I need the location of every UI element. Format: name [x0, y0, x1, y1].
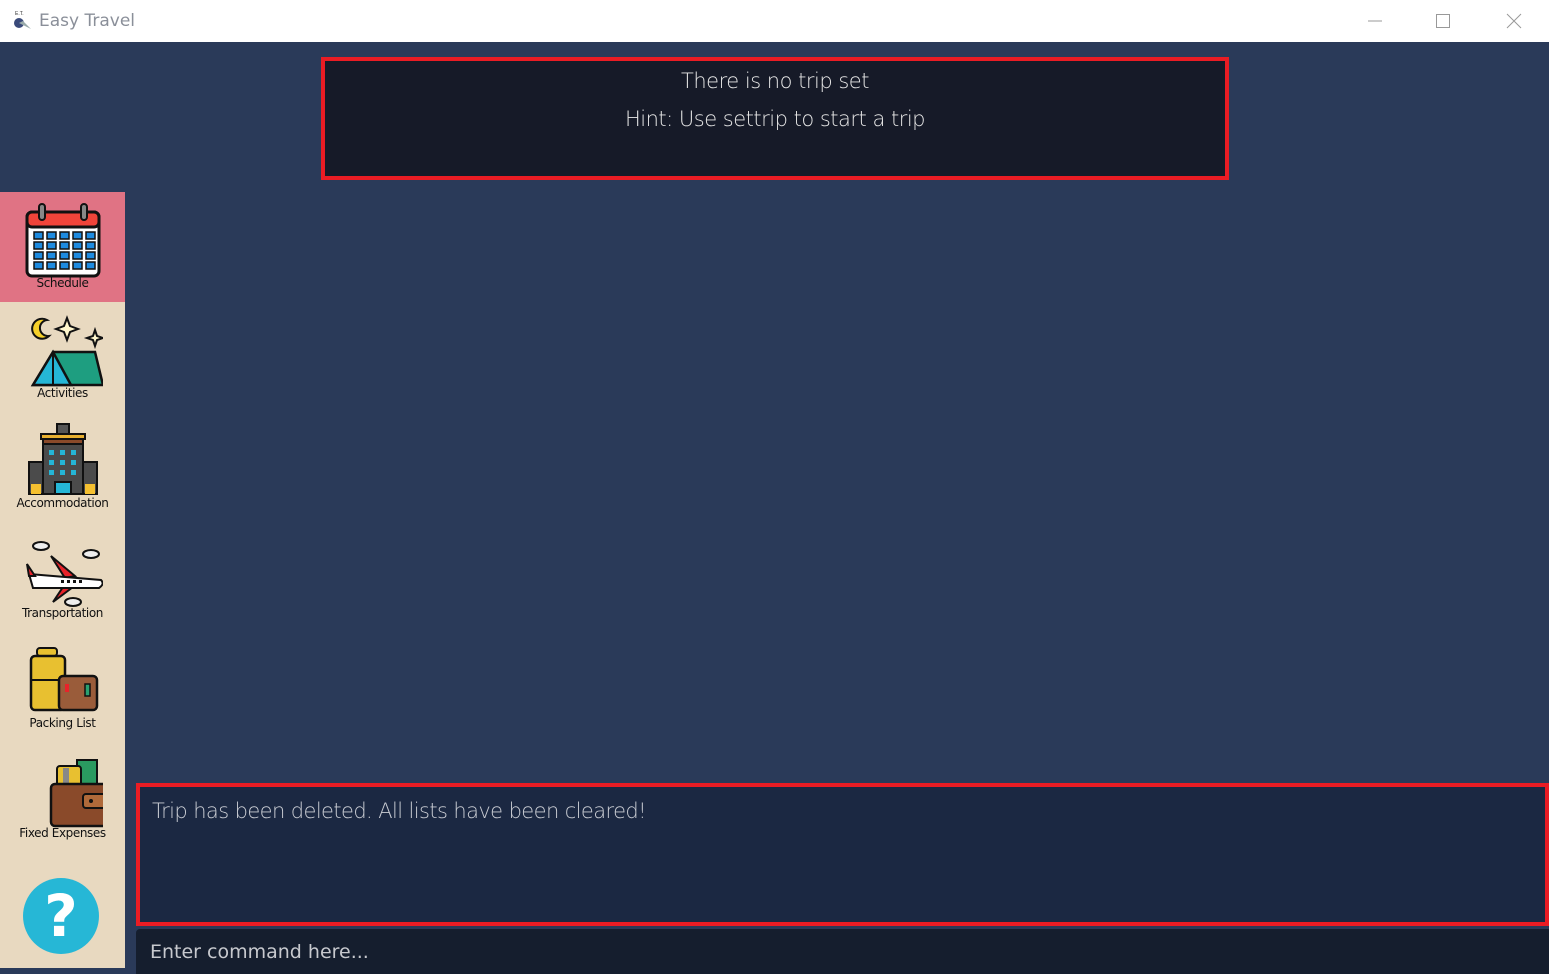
sidebar-item-label: Packing List — [29, 716, 96, 730]
sidebar-item-label: Accommodation — [16, 496, 109, 510]
trip-info-panel: There is no trip set Hint: Use settrip t… — [321, 57, 1229, 180]
sidebar-item-activities[interactable]: Activities — [0, 302, 125, 412]
help-button[interactable]: ? — [23, 878, 99, 954]
easy-travel-logo-icon: E.T. — [14, 11, 31, 29]
question-mark-icon: ? — [44, 882, 78, 950]
command-input[interactable] — [136, 929, 1549, 974]
luggage-icon — [29, 647, 98, 712]
sidebar-item-packing-list[interactable]: Packing List — [0, 632, 125, 742]
minimize-button[interactable] — [1340, 0, 1410, 42]
maximize-button[interactable] — [1408, 0, 1478, 42]
window-title: Easy Travel — [39, 11, 136, 31]
sidebar-item-label: Transportation — [21, 606, 104, 620]
sidebar-item-fixed-expenses[interactable]: Fixed Expenses — [0, 742, 125, 852]
result-display: Trip has been deleted. All lists have be… — [136, 783, 1549, 926]
calendar-icon — [25, 203, 100, 278]
sidebar-item-accommodation[interactable]: Accommodation — [0, 412, 125, 522]
sidebar: Schedule Activities Accommodation Transp… — [0, 192, 125, 968]
wallet-icon — [49, 759, 103, 828]
svg-text:E.T.: E.T. — [15, 11, 24, 17]
tent-night-icon — [30, 315, 103, 387]
sidebar-item-schedule[interactable]: Schedule — [0, 192, 125, 302]
airplane-icon — [25, 541, 103, 607]
title-bar: E.T. Easy Travel — [0, 0, 1549, 42]
result-message: Trip has been deleted. All lists have be… — [152, 799, 647, 823]
trip-hint: Hint: Use settrip to start a trip — [624, 107, 926, 131]
no-trip-message: There is no trip set — [681, 69, 869, 93]
command-box — [136, 929, 1549, 974]
sidebar-item-label: Activities — [37, 386, 88, 400]
hotel-icon — [27, 423, 98, 495]
maximize-icon — [1436, 14, 1450, 28]
sidebar-item-transportation[interactable]: Transportation — [0, 522, 125, 632]
minimize-icon — [1368, 20, 1382, 22]
close-icon — [1506, 13, 1522, 29]
sidebar-item-label: Fixed Expenses — [19, 826, 106, 840]
close-button[interactable] — [1479, 0, 1549, 42]
sidebar-item-label: Schedule — [36, 276, 89, 290]
